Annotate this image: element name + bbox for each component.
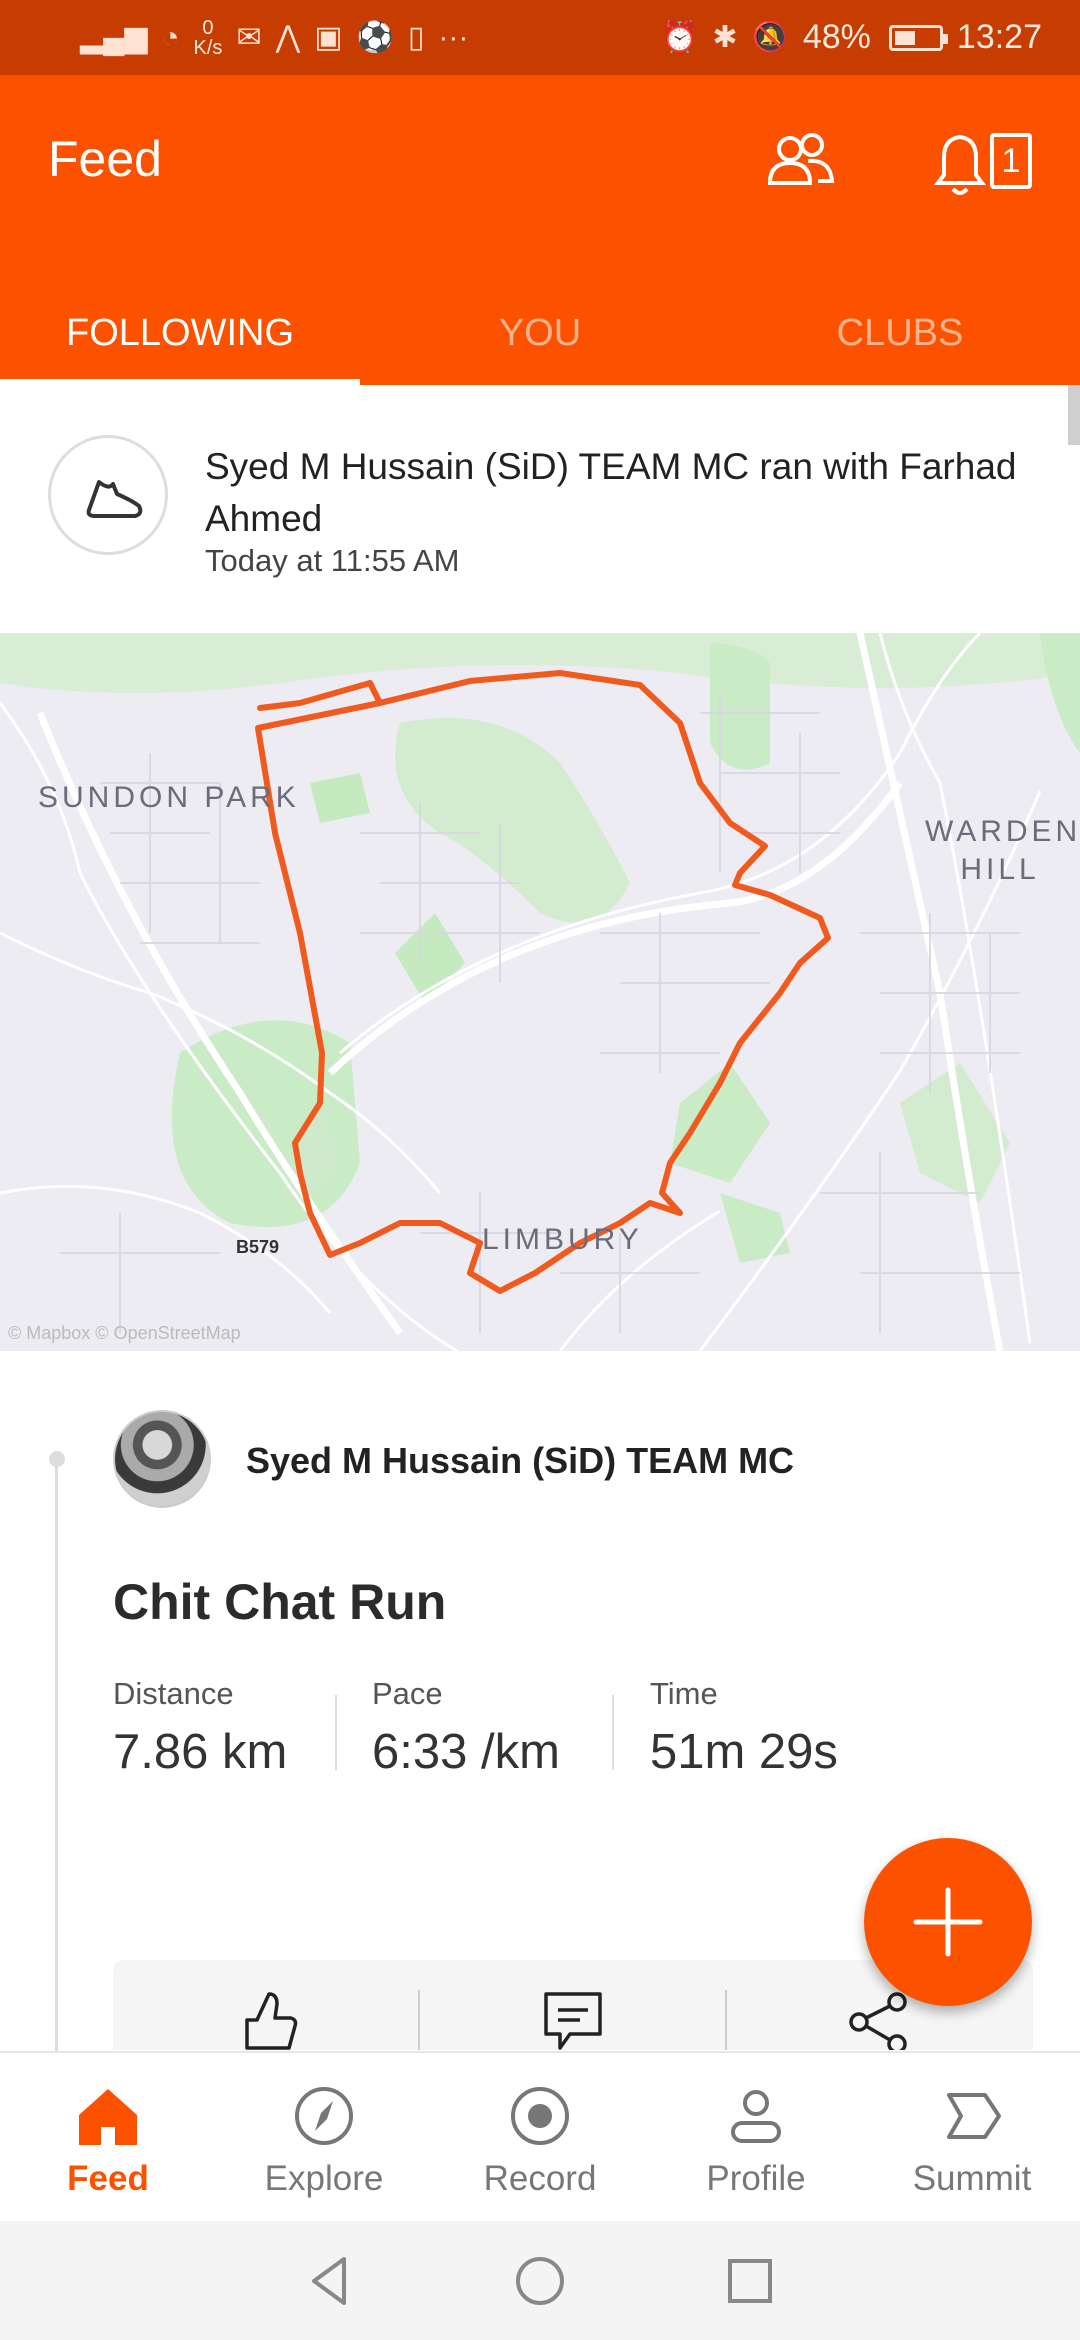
activity-title[interactable]: Chit Chat Run	[113, 1573, 446, 1631]
stat-value: 7.86 km	[113, 1725, 288, 1779]
clock: 13:27	[956, 18, 1042, 56]
stat-divider	[612, 1695, 614, 1770]
action-divider	[418, 1990, 420, 2050]
find-friends-icon[interactable]	[760, 125, 840, 205]
map-attribution[interactable]: © Mapbox © OpenStreetMap	[8, 1323, 241, 1344]
stat-value: 6:33 /km	[372, 1725, 560, 1779]
nav-label: Profile	[706, 2159, 806, 2198]
alarm-icon: ⏰	[660, 21, 699, 54]
app-header: Feed 1 FOLLOWING YOU CLUBS	[0, 75, 1080, 385]
route-map[interactable]: SUNDON PARK WARDEN HILL LIMBURY B579 © M…	[0, 633, 1080, 1351]
map-road-label: B579	[236, 1237, 280, 1257]
home-icon	[79, 2089, 137, 2145]
status-bar: ▂▄▆ ◔ 0 K/s ✉ ⋀ ▣ ⚽ ▯ ··· ⏰ ✱ 🔕 48% 13:2…	[0, 0, 1080, 75]
feed-tabs: FOLLOWING YOU CLUBS	[0, 283, 1080, 385]
compass-icon	[295, 2087, 353, 2145]
battery-fill	[894, 30, 916, 45]
timeline-line	[55, 1451, 58, 2051]
nav-feed[interactable]: Feed	[0, 2053, 216, 2221]
back-icon[interactable]	[300, 2251, 360, 2311]
status-right: ⏰ ✱ 🔕 48% 13:27	[661, 18, 1042, 57]
record-icon	[511, 2087, 569, 2145]
system-nav	[0, 2221, 1080, 2340]
status-left: ▂▄▆ ◔ 0 K/s ✉ ⋀ ▣ ⚽ ▯ ···	[80, 18, 468, 58]
shoe-icon	[86, 480, 143, 518]
stat-label: Pace	[372, 1676, 443, 1711]
nav-record[interactable]: Record	[432, 2053, 648, 2221]
avatar[interactable]	[113, 1410, 211, 1508]
more-icon: ···	[438, 20, 469, 54]
activity-timestamp: Today at 11:55 AM	[205, 543, 460, 578]
upload-icon: ▯	[407, 21, 425, 54]
nav-label: Feed	[67, 2159, 149, 2198]
mail-icon: ✉	[236, 21, 262, 54]
scrollbar[interactable]	[1068, 385, 1080, 445]
person-icon	[731, 2090, 781, 2143]
stat-label: Time	[650, 1676, 718, 1711]
map-label-sundon-park: SUNDON PARK	[38, 781, 300, 814]
nav-label: Summit	[912, 2159, 1032, 2198]
plus-icon	[913, 1887, 983, 1957]
nav-profile[interactable]: Profile	[648, 2053, 864, 2221]
activity-type-badge	[48, 435, 168, 555]
speed-value: 0	[202, 16, 214, 39]
summit-icon	[947, 2093, 1001, 2139]
strava-notif-icon: ⋀	[275, 21, 301, 54]
mute-icon: 🔕	[751, 21, 789, 54]
battery-percent: 48%	[802, 18, 871, 56]
notification-badge[interactable]: 1	[990, 133, 1032, 189]
group-activity-header[interactable]: Syed M Hussain (SiD) TEAM MC ran with Fa…	[0, 385, 1080, 633]
nav-summit[interactable]: Summit	[864, 2053, 1080, 2221]
stat-label: Distance	[113, 1676, 234, 1711]
add-post-button[interactable]	[864, 1838, 1032, 2006]
group-activity-text: Syed M Hussain (SiD) TEAM MC ran with Fa…	[205, 446, 1017, 539]
nav-label: Record	[483, 2159, 597, 2198]
stat-value: 51m 29s	[650, 1725, 838, 1779]
gmail-icon: ▣	[314, 21, 343, 54]
stat-pace: Pace 6:33 /km	[372, 1676, 560, 1780]
nav-explore[interactable]: Explore	[216, 2053, 432, 2221]
battery-icon	[888, 24, 948, 51]
map-label-warden-hill: WARDEN HILL	[925, 815, 1080, 886]
ball-icon: ⚽	[356, 21, 394, 54]
timeline-dot	[49, 1451, 65, 1467]
network-speed: 0 K/s	[194, 18, 223, 58]
tab-you[interactable]: YOU	[360, 283, 720, 385]
action-divider	[725, 1990, 727, 2050]
tab-clubs[interactable]: CLUBS	[720, 283, 1080, 385]
nav-label: Explore	[264, 2159, 384, 2198]
bottom-nav: Feed Explore Record Profile Summit	[0, 2051, 1080, 2221]
map-label-limbury: LIMBURY	[482, 1223, 643, 1256]
bluetooth-icon: ✱	[712, 21, 738, 54]
wifi-icon: ◔	[161, 20, 180, 54]
stat-divider	[335, 1695, 337, 1770]
stat-time: Time 51m 29s	[650, 1676, 838, 1780]
signal-icon: ▂▄▆	[80, 21, 148, 54]
athlete-name[interactable]: Syed M Hussain (SiD) TEAM MC	[246, 1440, 794, 1482]
tab-following[interactable]: FOLLOWING	[0, 283, 360, 385]
comment-icon[interactable]	[538, 1990, 608, 2050]
recents-icon[interactable]	[720, 2251, 780, 2311]
speed-unit: K/s	[193, 36, 223, 59]
kudos-icon[interactable]	[233, 1990, 303, 2050]
page-title: Feed	[48, 131, 162, 187]
bell-icon[interactable]	[920, 125, 1000, 205]
stat-distance: Distance 7.86 km	[113, 1676, 287, 1780]
home-circle-icon[interactable]	[510, 2251, 570, 2311]
